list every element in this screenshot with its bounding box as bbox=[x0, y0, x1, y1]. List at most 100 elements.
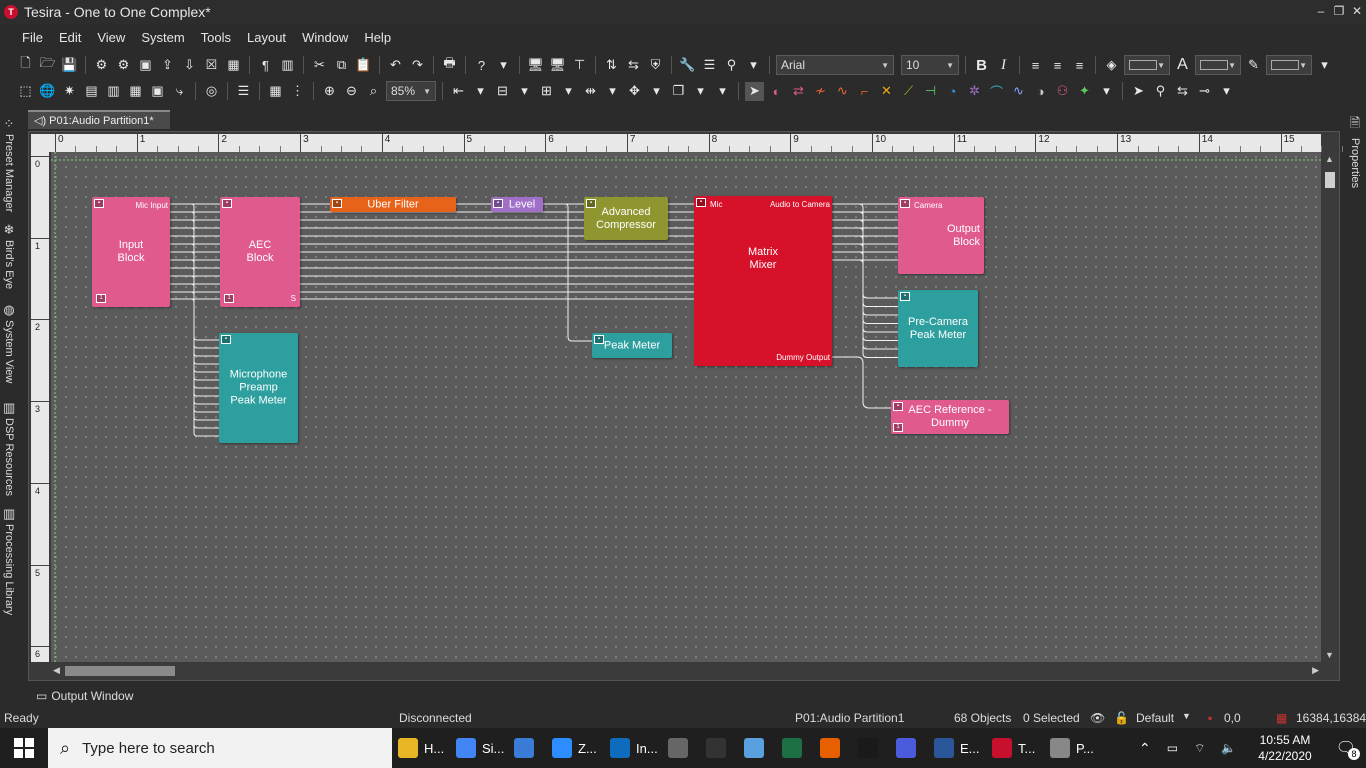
firmware-icon[interactable]: ⇅ bbox=[602, 56, 621, 75]
dynamics-tool-icon[interactable]: ⟋ bbox=[899, 82, 918, 101]
meter-tool-icon[interactable]: ◔ bbox=[943, 82, 962, 101]
menu-view[interactable]: View bbox=[89, 30, 133, 45]
minimize-button[interactable]: ‒ bbox=[1312, 0, 1330, 22]
clock[interactable]: 10:55 AM 4/22/2020 bbox=[1244, 732, 1325, 764]
italic-button[interactable]: I bbox=[994, 56, 1013, 75]
send-icon[interactable]: ⇪ bbox=[158, 56, 177, 75]
control-tool-icon[interactable]: ⊣ bbox=[921, 82, 940, 101]
ducker-tool-icon[interactable]: ◑ bbox=[1031, 82, 1050, 101]
input-block-tool-icon[interactable]: ◐ bbox=[767, 82, 786, 101]
dsp-resources-tab[interactable]: ▥ DSP Resources bbox=[3, 400, 15, 496]
scroll-up-icon[interactable]: ▲ bbox=[1325, 154, 1334, 164]
shield-icon[interactable]: ⛨ bbox=[646, 56, 665, 75]
horizontal-scrollbar[interactable]: ◀ ▶ bbox=[51, 664, 1321, 678]
wire[interactable] bbox=[832, 251, 898, 350]
font-size-select[interactable]: 10 ▼ bbox=[901, 55, 959, 75]
close-button[interactable]: ✕ bbox=[1348, 0, 1366, 22]
generator-tool-icon[interactable]: ✲ bbox=[965, 82, 984, 101]
toolbar-overflow-icon[interactable]: ▾ bbox=[1217, 82, 1236, 101]
monitors-icon[interactable]: 🖥 bbox=[548, 56, 567, 75]
advanced-compressor-block[interactable]: ▪ Advanced Compressor bbox=[584, 197, 668, 240]
wrench-icon[interactable]: 🔧 bbox=[678, 56, 697, 75]
preset-dropdown-icon[interactable]: ▼ bbox=[1182, 711, 1191, 721]
filter-tool-icon[interactable]: ∿ bbox=[833, 82, 852, 101]
matrix-mixer-block[interactable]: ▪ Mic Audio to Camera Matrix Mixer Dummy… bbox=[694, 196, 832, 366]
person-icon[interactable]: ⚲ bbox=[722, 56, 741, 75]
center-icon[interactable]: ✥ bbox=[625, 82, 644, 101]
mic-preamp-peak-meter[interactable]: ▪ Microphone Preamp Peak Meter bbox=[219, 333, 298, 443]
paste-icon[interactable]: 📋 bbox=[354, 56, 373, 75]
wire-icon[interactable]: ⊸ bbox=[1195, 82, 1214, 101]
processing-library-tab[interactable]: ▥ Processing Library bbox=[3, 506, 15, 615]
lock-icon[interactable]: 🔓 bbox=[1114, 711, 1129, 725]
monitor-icon[interactable]: 🖥 bbox=[526, 56, 545, 75]
vertical-scroll-thumb[interactable] bbox=[1325, 172, 1335, 188]
open-folder-icon[interactable]: 🗁 bbox=[38, 55, 57, 75]
taskbar-search[interactable]: ⌕ Type here to search bbox=[48, 728, 392, 768]
order-icon[interactable]: ❐ bbox=[669, 82, 688, 101]
line-color-icon[interactable]: ✎ bbox=[1244, 56, 1263, 75]
connect-icon[interactable]: ⚙ bbox=[92, 56, 111, 75]
taskbar-app[interactable]: P... bbox=[1050, 728, 1094, 768]
custom-tool-icon[interactable]: ⚇ bbox=[1053, 82, 1072, 101]
zoom-out-icon[interactable]: ⊖ bbox=[342, 82, 361, 101]
taskbar-app[interactable] bbox=[820, 728, 840, 768]
aec-block[interactable]: ▪ AEC Block 1 S bbox=[220, 197, 300, 307]
align-objects-icon[interactable]: ⊟ bbox=[493, 82, 512, 101]
scroll-left-icon[interactable]: ◀ bbox=[53, 665, 60, 676]
menu-window[interactable]: Window bbox=[294, 30, 356, 45]
design-grid[interactable]: ▪ Mic Input Input Block 1 ▪ AEC Block 1 … bbox=[51, 152, 1321, 662]
group-icon[interactable]: ⊞ bbox=[537, 82, 556, 101]
wire[interactable] bbox=[832, 235, 898, 333]
taskbar-app[interactable]: H... bbox=[398, 728, 444, 768]
document-tab[interactable]: ◁) P01:Audio Partition1* bbox=[28, 110, 170, 129]
tray-chevron-icon[interactable]: ⌃ bbox=[1131, 740, 1159, 757]
zoom-in-icon[interactable]: ⊕ bbox=[320, 82, 339, 101]
taskbar-app[interactable] bbox=[782, 728, 802, 768]
cut-icon[interactable]: ✂ bbox=[310, 56, 329, 75]
snap-icon[interactable]: ▦ bbox=[266, 82, 285, 101]
birds-eye-tab[interactable]: ❄ Bird's Eye bbox=[3, 222, 15, 289]
taskbar-app[interactable] bbox=[896, 728, 916, 768]
wire[interactable] bbox=[832, 227, 898, 324]
taskbar-app[interactable]: Z... bbox=[552, 728, 597, 768]
spark-tool-icon[interactable]: ✦ bbox=[1075, 82, 1094, 101]
globe-icon[interactable]: 🌐 bbox=[38, 82, 57, 101]
select-pointer-icon[interactable]: ➤ bbox=[745, 81, 764, 101]
order-dropdown-icon[interactable]: ▾ bbox=[691, 82, 710, 101]
matrix-icon[interactable]: ▦ bbox=[126, 82, 145, 101]
layers-icon[interactable]: ☰ bbox=[234, 82, 253, 101]
fill-color-icon[interactable]: ◈ bbox=[1102, 56, 1121, 75]
align-objects-dropdown-icon[interactable]: ▾ bbox=[515, 82, 534, 101]
zoom-select[interactable]: 85% ▼ bbox=[386, 81, 436, 101]
more-dropdown-icon[interactable]: ▾ bbox=[744, 56, 763, 75]
uber-filter-block[interactable]: ▪ Uber Filter bbox=[330, 197, 456, 212]
logic-tool-icon[interactable]: ⌒ bbox=[987, 82, 1006, 101]
taskbar-app[interactable] bbox=[668, 728, 688, 768]
text-icon[interactable]: ¶ bbox=[256, 56, 275, 75]
taskbar-app[interactable]: E... bbox=[934, 728, 980, 768]
preset-icon[interactable]: ◎ bbox=[202, 82, 221, 101]
router-tool-icon[interactable]: ✕ bbox=[877, 82, 896, 101]
wire[interactable] bbox=[170, 298, 219, 437]
rack-icon[interactable]: ▤ bbox=[82, 82, 101, 101]
scroll-down-icon[interactable]: ▼ bbox=[1325, 650, 1334, 660]
retrieve-icon[interactable]: ⇩ bbox=[180, 56, 199, 75]
wire[interactable] bbox=[832, 243, 898, 341]
hierarchy-icon[interactable]: ⊤ bbox=[570, 56, 589, 75]
taskbar-app[interactable] bbox=[858, 728, 878, 768]
redo-icon[interactable]: ↷ bbox=[408, 56, 427, 75]
aec-reference-dummy-block[interactable]: ▪ AEC Reference - Dummy 1 bbox=[891, 400, 1009, 434]
taskbar-app[interactable] bbox=[514, 728, 534, 768]
swap-icon[interactable]: ⇆ bbox=[1173, 82, 1192, 101]
card-icon[interactable]: ▣ bbox=[148, 82, 167, 101]
space-icon[interactable]: ⇹ bbox=[581, 82, 600, 101]
wire[interactable] bbox=[832, 356, 891, 409]
equalizer-tool-icon[interactable]: ≁ bbox=[811, 82, 830, 101]
license-icon[interactable]: ⇆ bbox=[624, 56, 643, 75]
copy-icon[interactable]: ⧉ bbox=[332, 56, 351, 75]
add-device-icon[interactable]: ⬚ bbox=[16, 82, 35, 101]
device-icon[interactable]: ▣ bbox=[136, 56, 155, 75]
input-block[interactable]: ▪ Mic Input Input Block 1 bbox=[92, 197, 170, 307]
menu-tools[interactable]: Tools bbox=[193, 30, 239, 45]
